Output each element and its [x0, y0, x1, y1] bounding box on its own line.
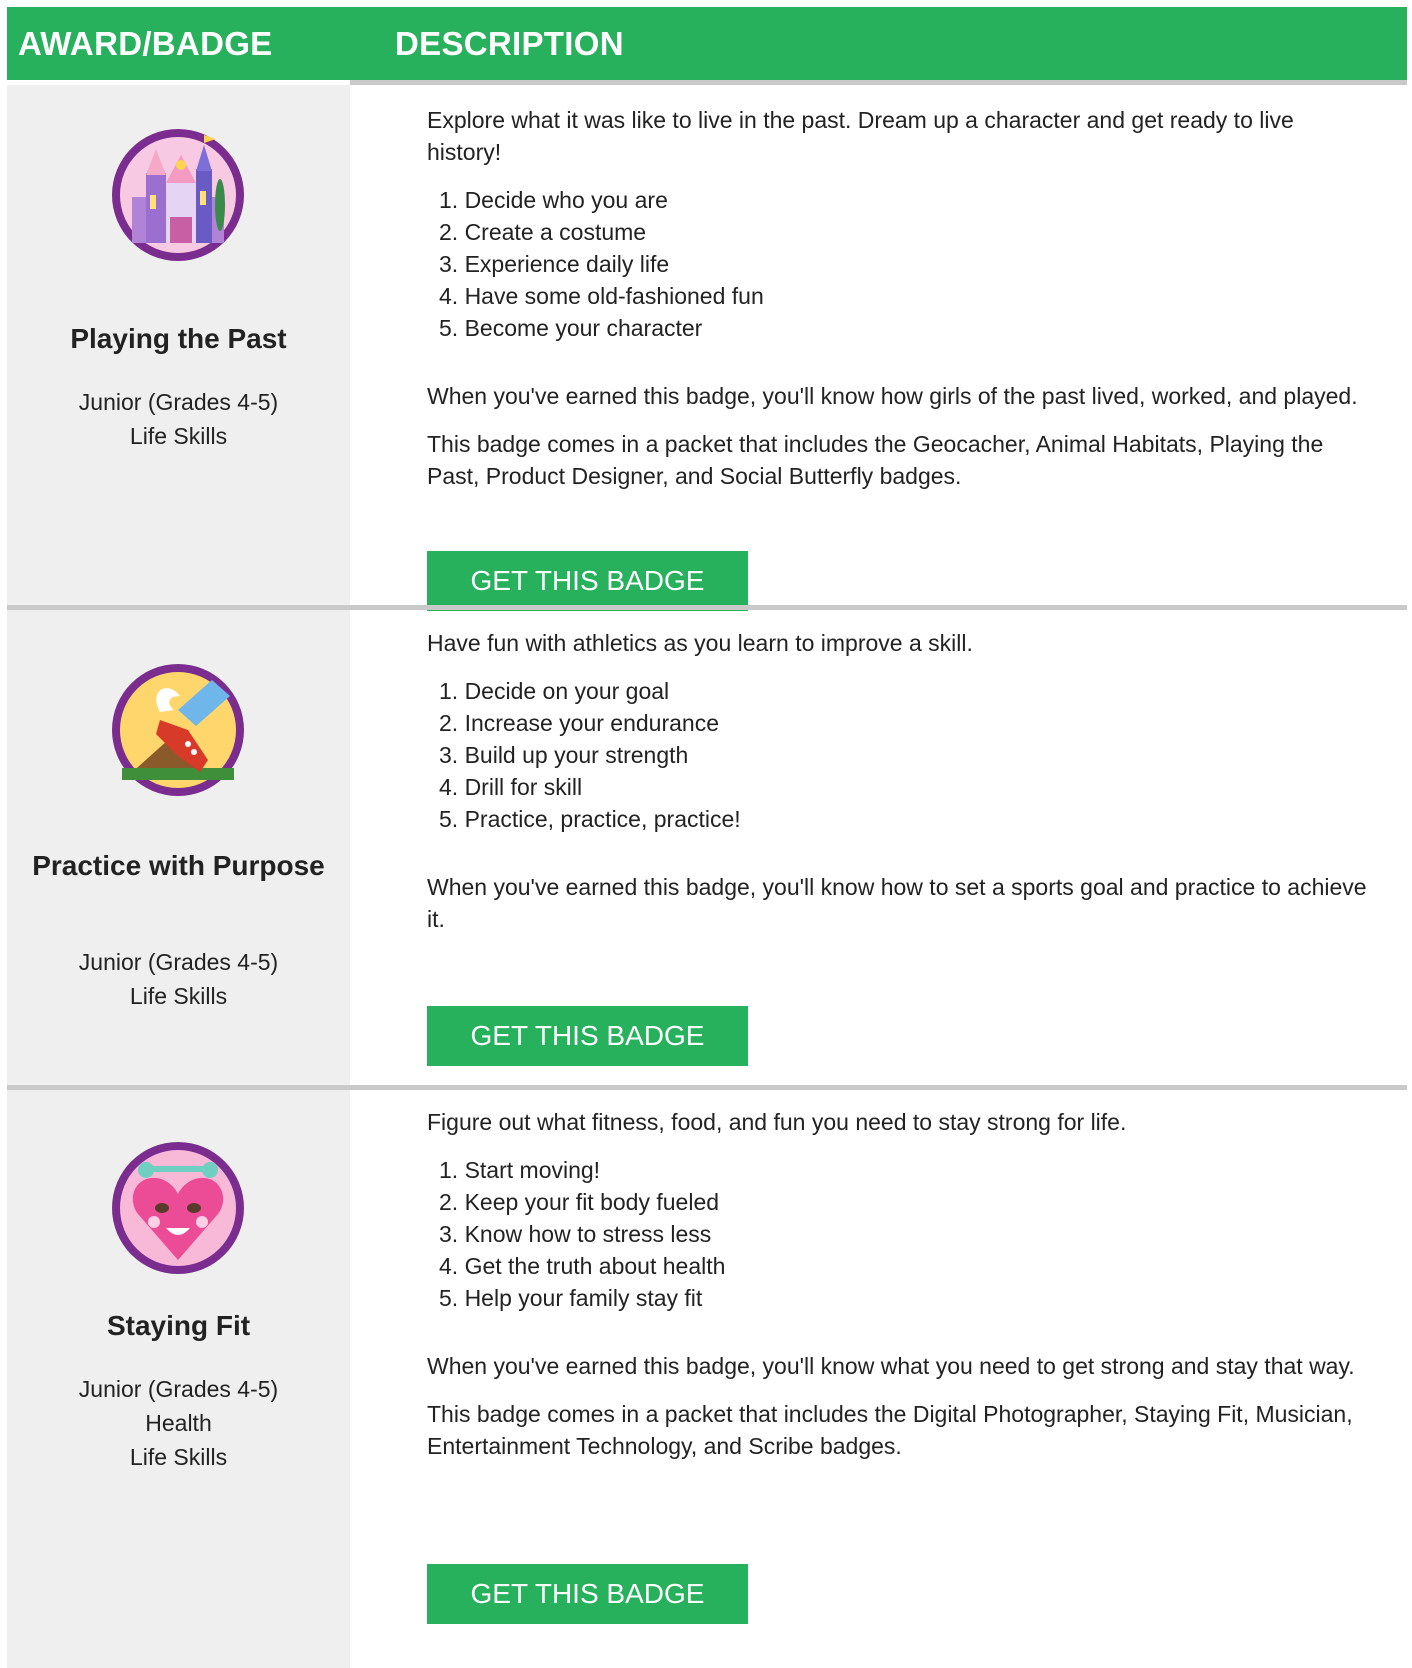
badge-category: Health — [145, 1410, 212, 1436]
header-description: DESCRIPTION — [395, 25, 624, 62]
table-row: Playing the Past Junior (Grades 4-5) Lif… — [7, 85, 1407, 611]
badge-outcome: When you've earned this badge, you'll kn… — [427, 383, 1358, 409]
list-item: 1. Start moving! — [439, 1157, 601, 1183]
badge-outcome: When you've earned this badge, you'll kn… — [427, 1353, 1355, 1379]
heart-badge-icon — [112, 1142, 244, 1274]
badge-steps: 1. Decide on your goal 2. Increase your … — [427, 675, 1367, 835]
badge-title: Staying Fit — [106, 1310, 251, 1341]
badge-intro: Explore what it was like to live in the … — [427, 107, 1294, 165]
list-item: 3. Know how to stress less — [439, 1221, 712, 1247]
badge-category: Life Skills — [129, 983, 228, 1009]
list-item: 1. Decide who you are — [439, 187, 668, 213]
badge-steps: 1. Decide who you are 2. Create a costum… — [427, 184, 1367, 344]
badge-level: Junior (Grades 4-5) — [78, 1376, 279, 1402]
list-item: 5. Become your character — [439, 315, 703, 341]
badge-intro: Have fun with athletics as you learn to … — [427, 630, 973, 656]
badge-description: Figure out what fitness, food, and fun y… — [427, 1106, 1367, 1462]
badge-category: Life Skills — [129, 1444, 228, 1470]
castle-badge-icon — [112, 129, 244, 261]
badge-description: Have fun with athletics as you learn to … — [427, 627, 1367, 935]
list-item: 5. Practice, practice, practice! — [439, 806, 741, 832]
list-item: 2. Create a costume — [439, 219, 647, 245]
badge-outcome: When you've earned this badge, you'll kn… — [427, 874, 1367, 932]
get-this-badge-button[interactable]: GET THIS BADGE — [427, 551, 748, 611]
badge-table: AWARD/BADGE DESCRIPTION Playing the Past… — [7, 7, 1407, 1668]
badge-title: Practice with Purpose — [32, 850, 325, 881]
badge-packet-note: This badge comes in a packet that includ… — [427, 1401, 1353, 1459]
list-item: 3. Build up your strength — [439, 742, 689, 768]
award-cell: Practice with Purpose Junior (Grades 4-5… — [7, 610, 350, 1085]
badge-category: Life Skills — [129, 423, 228, 449]
badge-description: Explore what it was like to live in the … — [427, 104, 1367, 492]
badge-level: Junior (Grades 4-5) — [78, 949, 279, 975]
get-this-badge-button[interactable]: GET THIS BADGE — [427, 1564, 748, 1624]
list-item: 3. Experience daily life — [439, 251, 670, 277]
list-item: 4. Get the truth about health — [439, 1253, 726, 1279]
table-row: Practice with Purpose Junior (Grades 4-5… — [7, 610, 1407, 1085]
badge-intro: Figure out what fitness, food, and fun y… — [427, 1109, 1127, 1135]
list-item: 2. Keep your fit body fueled — [439, 1189, 720, 1215]
list-item: 4. Have some old-fashioned fun — [439, 283, 764, 309]
list-item: 1. Decide on your goal — [439, 678, 670, 704]
list-item: 2. Increase your endurance — [439, 710, 720, 736]
get-this-badge-button[interactable]: GET THIS BADGE — [427, 1006, 748, 1066]
award-cell: Playing the Past Junior (Grades 4-5) Lif… — [7, 85, 350, 605]
table-row: Staying Fit Junior (Grades 4-5) Health L… — [7, 1090, 1407, 1668]
badge-title: Playing the Past — [70, 323, 287, 354]
list-item: 4. Drill for skill — [439, 774, 583, 800]
award-cell: Staying Fit Junior (Grades 4-5) Health L… — [7, 1090, 350, 1668]
list-item: 5. Help your family stay fit — [439, 1285, 703, 1311]
table-header: AWARD/BADGE DESCRIPTION — [7, 7, 1407, 80]
badge-level: Junior (Grades 4-5) — [78, 389, 279, 415]
winged-shoe-badge-icon — [112, 664, 244, 796]
badge-steps: 1. Start moving! 2. Keep your fit body f… — [427, 1154, 1367, 1314]
badge-packet-note: This badge comes in a packet that includ… — [427, 431, 1324, 489]
header-award-badge: AWARD/BADGE — [18, 25, 273, 62]
